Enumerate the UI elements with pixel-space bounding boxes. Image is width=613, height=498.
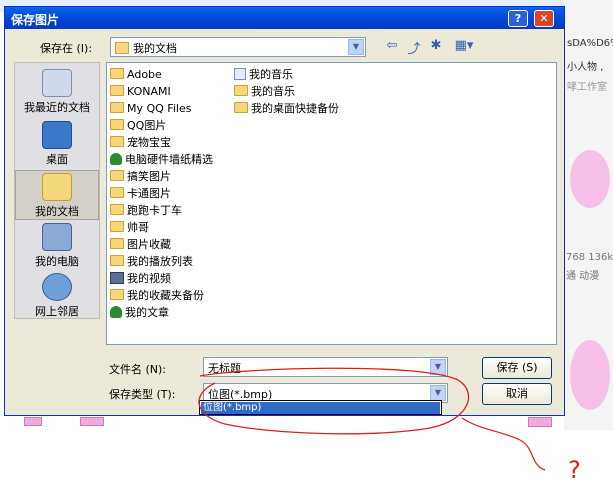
annotation-question-mark: ? <box>568 456 581 484</box>
list-item[interactable]: 我的桌面快捷备份 <box>234 101 339 117</box>
list-item[interactable]: My QQ Files <box>110 101 191 117</box>
background-text: 通 动漫 <box>566 271 600 282</box>
close-button[interactable]: ✕ <box>534 10 554 27</box>
dialog-titlebar[interactable]: 保存图片 ? ✕ <box>5 7 564 29</box>
place-label: 我的文档 <box>35 205 79 218</box>
place-my-documents[interactable]: 我的文档 <box>15 170 99 220</box>
list-item[interactable]: 跑跑卡丁车 <box>110 203 182 219</box>
back-icon[interactable]: ⇦ <box>382 38 402 56</box>
tree-icon <box>110 306 122 318</box>
place-recent-documents[interactable]: 我最近的文档 <box>15 67 99 117</box>
list-item[interactable]: 卡通图片 <box>110 186 171 202</box>
place-label: 我最近的文档 <box>24 101 90 114</box>
background-text: 768 136k <box>566 252 613 263</box>
background-pig-image <box>570 340 610 410</box>
place-label: 我的电脑 <box>35 255 79 268</box>
folder-icon <box>110 85 124 96</box>
video-folder-icon <box>110 272 124 284</box>
background-thumbnail <box>528 417 552 427</box>
save-in-value: 我的文档 <box>133 42 177 55</box>
list-item[interactable]: 搞笑图片 <box>110 169 171 185</box>
list-item[interactable]: 帅哥 <box>110 220 149 236</box>
places-bar: 我最近的文档 桌面 我的文档 我的电脑 网上邻居 <box>14 62 100 319</box>
list-item[interactable]: QQ图片 <box>110 118 166 134</box>
background-text: sDA%D6% <box>567 38 613 49</box>
folder-icon <box>110 170 124 181</box>
list-item[interactable]: 我的音乐 <box>234 67 293 83</box>
place-network[interactable]: 网上邻居 <box>15 271 99 321</box>
background-page-right: sDA%D6% 小人物 , 哮工作室 768 136k 通 动漫 <box>564 0 613 430</box>
background-thumbnail <box>24 417 42 426</box>
cancel-button[interactable]: 取消 <box>482 383 552 405</box>
save-in-combo[interactable]: 我的文档 ▼ <box>110 37 366 57</box>
folder-icon <box>110 102 124 113</box>
folder-icon <box>110 119 124 130</box>
my-documents-icon <box>42 173 72 201</box>
list-item[interactable]: 图片收藏 <box>110 237 171 253</box>
list-item[interactable]: 我的视频 <box>110 271 171 287</box>
filename-field[interactable]: 无标题 ▼ <box>203 357 448 377</box>
chevron-down-icon[interactable]: ▼ <box>430 385 446 401</box>
folder-icon <box>110 238 124 249</box>
file-list[interactable]: Adobe KONAMI My QQ Files QQ图片 宠物宝宝 电脑硬件墙… <box>106 62 557 345</box>
folder-icon <box>110 255 124 266</box>
chevron-down-icon[interactable]: ▼ <box>348 39 364 55</box>
background-text: 哮工作室 <box>567 82 607 93</box>
recent-documents-icon <box>42 69 72 97</box>
list-item[interactable]: 宠物宝宝 <box>110 135 171 151</box>
folder-icon <box>110 187 124 198</box>
list-item[interactable]: 我的音乐 <box>234 84 295 100</box>
background-pig-image <box>570 150 610 208</box>
folder-icon <box>234 102 248 113</box>
dialog-title: 保存图片 <box>11 13 60 27</box>
list-item[interactable]: 我的收藏夹备份 <box>110 288 204 304</box>
background-thumbnail <box>80 417 104 426</box>
chevron-down-icon[interactable]: ▼ <box>430 359 446 375</box>
view-menu-icon[interactable]: ▦▾ <box>451 38 477 56</box>
list-item[interactable]: 我的播放列表 <box>110 254 193 270</box>
background-text: 小人物 , <box>567 62 604 73</box>
desktop-icon <box>42 121 72 149</box>
list-item[interactable]: KONAMI <box>110 84 171 100</box>
place-desktop[interactable]: 桌面 <box>15 119 99 169</box>
filename-label: 文件名 (N): <box>109 363 167 376</box>
list-item[interactable]: Adobe <box>110 67 162 83</box>
network-places-icon <box>42 273 72 301</box>
folder-icon <box>110 68 124 79</box>
help-button[interactable]: ? <box>508 10 528 27</box>
screen: sDA%D6% 小人物 , 哮工作室 768 136k 通 动漫 保存图片 ? … <box>0 0 613 498</box>
filename-value: 无标题 <box>208 362 241 375</box>
place-label: 桌面 <box>46 153 68 166</box>
folder-icon <box>110 289 124 300</box>
save-in-label: 保存在 (I): <box>40 42 93 55</box>
place-my-computer[interactable]: 我的电脑 <box>15 221 99 271</box>
filetype-dropdown-list[interactable]: 位图(*.bmp) <box>199 400 442 415</box>
folder-icon <box>110 136 124 147</box>
save-image-dialog: 保存图片 ? ✕ 保存在 (I): 我的文档 ▼ ⇦ ⤴ ✱ ▦▾ 我最近的文档… <box>4 6 565 416</box>
new-folder-icon[interactable]: ✱ <box>426 38 446 56</box>
place-label: 网上邻居 <box>35 305 79 318</box>
tree-icon <box>110 153 122 165</box>
music-file-icon <box>234 68 246 80</box>
up-folder-icon[interactable]: ⤴ <box>404 38 424 57</box>
folder-icon <box>110 204 124 215</box>
folder-icon <box>115 42 129 54</box>
save-button[interactable]: 保存 (S) <box>482 357 552 379</box>
folder-icon <box>234 85 248 96</box>
filetype-option[interactable]: 位图(*.bmp) <box>201 402 440 414</box>
folder-icon <box>110 221 124 232</box>
list-item[interactable]: 电脑硬件墙纸精选 <box>110 152 213 168</box>
my-computer-icon <box>42 223 72 251</box>
list-item[interactable]: 我的文章 <box>110 305 169 321</box>
filetype-label: 保存类型 (T): <box>109 388 176 401</box>
